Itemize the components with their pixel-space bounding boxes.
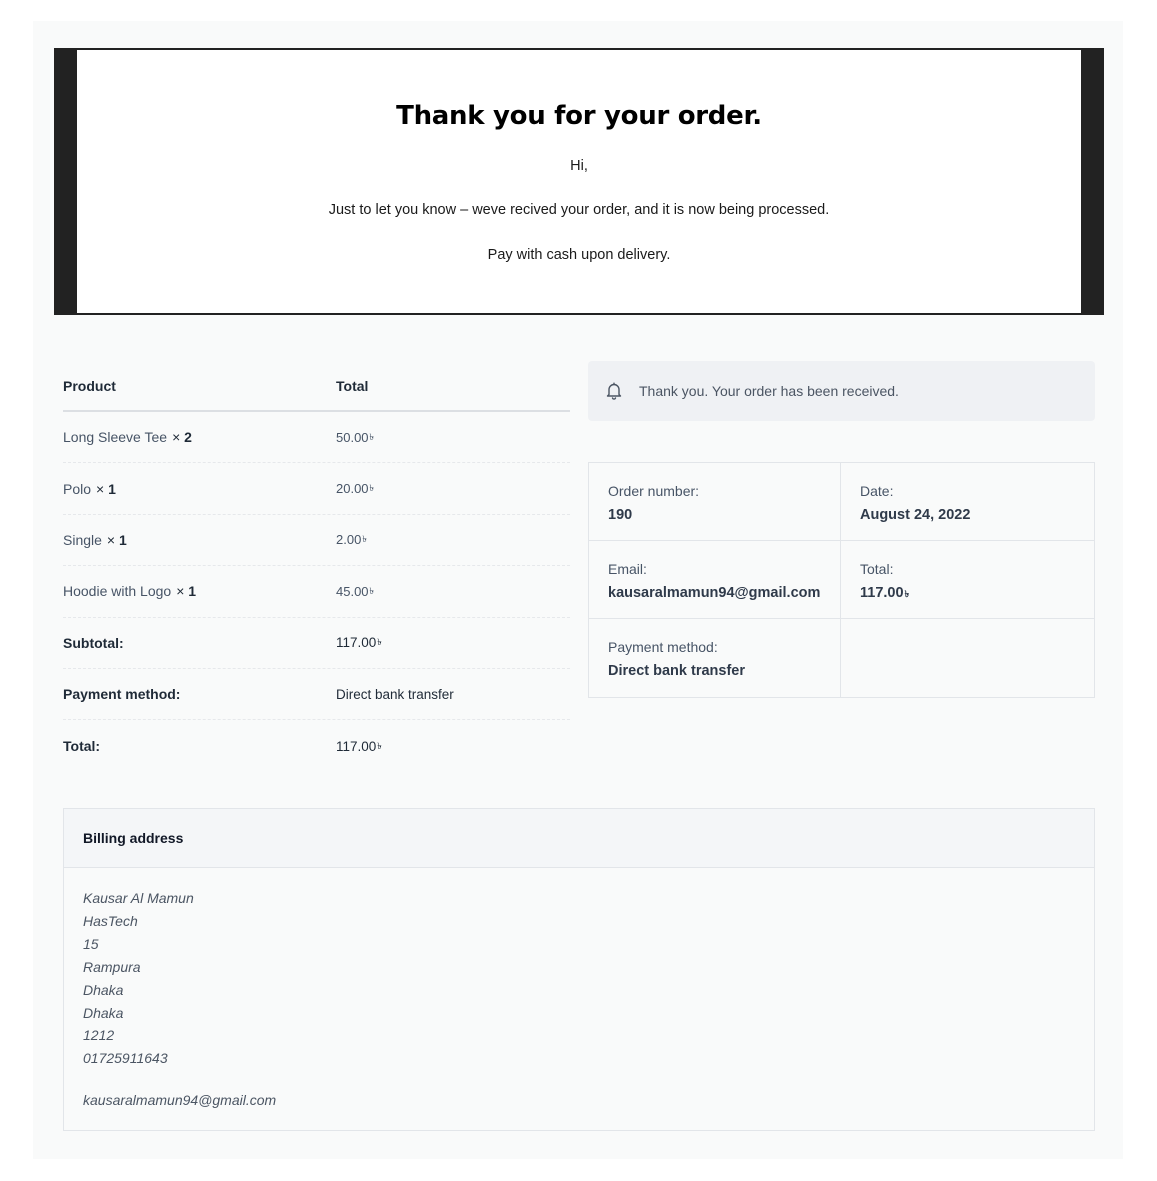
table-row: Polo × 1 20.00 ৳: [63, 463, 570, 515]
email-hero-banner: Thank you for your order. Hi, Just to le…: [54, 48, 1104, 315]
date-value: August 24, 2022: [860, 507, 971, 523]
product-quantity: × 1: [96, 480, 116, 497]
table-row: Long Sleeve Tee × 2 50.00 ৳: [63, 412, 570, 464]
billing-name: Kausar Al Mamun: [83, 890, 194, 906]
order-number-cell: Order number: 190: [589, 463, 841, 541]
billing-phone: 01725911643: [83, 1050, 168, 1067]
order-number-label: Order number:: [608, 483, 700, 499]
billing-company: HasTech: [83, 912, 138, 929]
order-received-notice: Thank you. Your order has been received.: [588, 361, 1095, 421]
payment-method-row: Payment method: Direct bank transfer: [63, 669, 570, 721]
overview-payment-label: Payment method:: [608, 639, 718, 655]
total-row: Total: 117.00 ৳: [63, 720, 570, 771]
billing-postcode: 1212: [83, 1027, 115, 1044]
product-column-header: Product: [63, 378, 116, 394]
email-cell: Email: kausaralmamun94@gmail.com: [589, 541, 841, 619]
subtotal-value: 117.00 ৳: [336, 635, 382, 651]
product-name-link[interactable]: Single: [63, 532, 102, 548]
total-column-header: Total: [336, 378, 369, 394]
table-row: Single × 1 2.00 ৳: [63, 515, 570, 567]
subtotal-row: Subtotal: 117.00 ৳: [63, 618, 570, 669]
total-label: Total:: [63, 738, 101, 755]
order-number-value: 190: [608, 507, 633, 523]
payment-method-cell: Payment method: Direct bank transfer: [589, 619, 841, 697]
subtotal-label: Subtotal:: [63, 634, 124, 651]
overview-payment-value: Direct bank transfer: [608, 663, 745, 679]
notice-text: Thank you. Your order has been received.: [639, 383, 899, 399]
billing-address-line: 15: [83, 935, 99, 952]
billing-address: Kausar Al Mamun HasTech 15 Rampura Dhaka…: [64, 868, 1094, 1070]
product-name-link[interactable]: Polo: [63, 481, 91, 497]
hero-message: Just to let you know – weve recived your…: [328, 202, 830, 218]
product-quantity: × 1: [106, 531, 127, 548]
email-value: kausaralmamun94@gmail.com: [608, 585, 821, 601]
email-label: Email:: [608, 561, 647, 577]
product-name-link[interactable]: Long Sleeve Tee: [63, 429, 167, 445]
order-overview: Order number: 190 Date: August 24, 2022 …: [588, 462, 1095, 698]
overview-total-label: Total:: [860, 561, 894, 577]
hero-title: Thank you for your order.: [396, 101, 762, 131]
billing-email: kausaralmamun94@gmail.com: [83, 1092, 277, 1108]
total-cell: Total: 117.00৳: [841, 541, 1094, 619]
total-value: 117.00 ৳: [336, 738, 382, 754]
bell-icon: [606, 382, 622, 400]
order-details-table: Product Total Long Sleeve Tee × 2 50.00 ৳…: [63, 362, 570, 772]
table-row: Hoodie with Logo × 1 45.00 ৳: [63, 566, 570, 618]
email-hero-content: Thank you for your order. Hi, Just to le…: [77, 50, 1081, 313]
line-total: 50.00 ৳: [336, 429, 375, 445]
empty-cell: [841, 619, 1094, 697]
date-cell: Date: August 24, 2022: [841, 463, 1094, 541]
payment-method-label: Payment method:: [63, 686, 181, 703]
line-total: 20.00 ৳: [336, 481, 375, 497]
hero-greeting: Hi,: [570, 158, 588, 174]
billing-address-box: Billing address Kausar Al Mamun HasTech …: [63, 808, 1095, 1131]
date-label: Date:: [860, 483, 894, 499]
product-name-link[interactable]: Hoodie with Logo: [63, 583, 171, 599]
overview-total-value: 117.00৳: [860, 585, 910, 601]
line-total: 2.00 ৳: [336, 532, 367, 548]
hero-payment-note: Pay with cash upon delivery.: [487, 247, 671, 263]
table-header-row: Product Total: [63, 362, 570, 412]
billing-address-title: Billing address: [64, 809, 1094, 868]
product-quantity: × 2: [172, 429, 192, 446]
product-quantity: × 1: [176, 583, 197, 600]
billing-area: Rampura: [83, 958, 141, 975]
payment-method-value: Direct bank transfer: [336, 686, 454, 702]
billing-city: Dhaka: [83, 981, 124, 998]
billing-state: Dhaka: [83, 1004, 124, 1021]
line-total: 45.00 ৳: [336, 583, 375, 599]
